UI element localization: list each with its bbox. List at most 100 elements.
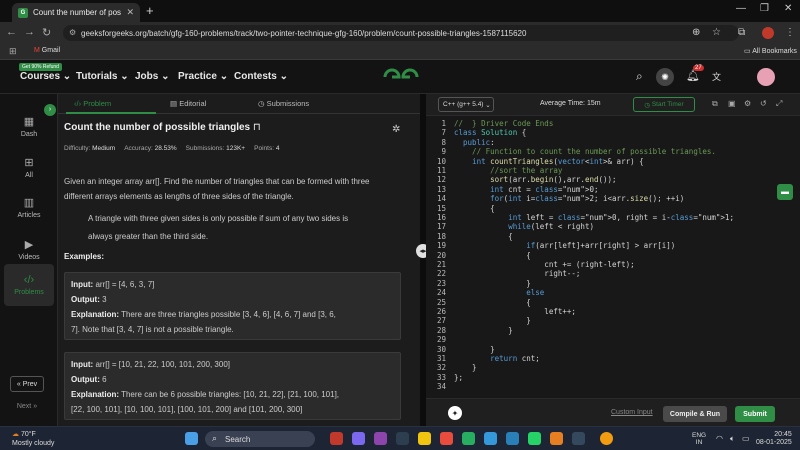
- sidebar-item-problems[interactable]: ‹/› Problems: [4, 264, 54, 306]
- code-line[interactable]: 22 right--;: [426, 269, 800, 278]
- code-area[interactable]: 1// } Driver Code Ends 7 class Solution {8…: [426, 116, 800, 391]
- maximize-icon[interactable]: ❐: [760, 3, 769, 14]
- start-timer-button[interactable]: ◷ Start Timer: [633, 97, 695, 112]
- nav-courses[interactable]: Courses ⌄: [20, 71, 71, 82]
- language-select[interactable]: C++ (g++ 5.4) ⌄: [438, 97, 494, 112]
- code-line[interactable]: 25 {: [426, 298, 800, 307]
- code-line[interactable]: 13 int cnt = class="num">0;: [426, 185, 800, 194]
- user-avatar[interactable]: [757, 68, 775, 86]
- tab-editorial[interactable]: ▤ Editorial: [170, 99, 206, 108]
- new-tab-icon[interactable]: +: [146, 3, 154, 18]
- sidebar-item-articles[interactable]: ▥ Articles: [4, 189, 54, 225]
- search-icon[interactable]: ⌕: [636, 69, 643, 84]
- prev-button[interactable]: « Prev: [10, 376, 44, 392]
- code-line[interactable]: 20 {: [426, 251, 800, 260]
- code-line[interactable]: 12 sort(arr.begin(),arr.end());: [426, 175, 800, 184]
- bookmark-star-icon[interactable]: ☆: [712, 27, 721, 38]
- code-line[interactable]: 1 // } Driver Code Ends: [426, 119, 800, 128]
- forward-icon[interactable]: →: [24, 26, 35, 38]
- sidebar-item-dash[interactable]: ▦ Dash: [4, 108, 54, 144]
- code-line[interactable]: 24 else: [426, 288, 800, 297]
- battery-icon[interactable]: ▭: [742, 434, 750, 443]
- report-bug-icon[interactable]: ✲: [392, 124, 400, 135]
- tab-submissions[interactable]: ◷ Submissions: [258, 99, 309, 108]
- browser-tab[interactable]: G Count the number of possible t ✕: [12, 3, 140, 22]
- code-line[interactable]: 14 for(int i=class="num">2; i<arr.size()…: [426, 194, 800, 203]
- lightbulb-icon[interactable]: ✦: [448, 406, 462, 420]
- back-icon[interactable]: ←: [6, 26, 17, 38]
- system-clock[interactable]: 20:45 08-01-2025: [756, 431, 792, 447]
- tab-problem[interactable]: ‹/› Problem: [74, 99, 111, 108]
- sidebar-item-all[interactable]: ⊞ All: [4, 149, 54, 185]
- reload-icon[interactable]: ↻: [42, 26, 51, 39]
- chrome-menu-icon[interactable]: ⋮: [785, 27, 795, 38]
- chat-icon[interactable]: ▬: [777, 184, 793, 200]
- custom-input-link[interactable]: Custom Input: [611, 409, 653, 416]
- next-button[interactable]: Next »: [10, 398, 44, 414]
- code-line[interactable]: 29: [426, 335, 800, 344]
- app-icon-copilot[interactable]: [352, 432, 365, 445]
- app-icon-photos[interactable]: [484, 432, 497, 445]
- close-window-icon[interactable]: ✕: [784, 3, 792, 14]
- code-line[interactable]: 16 int left = class="num">0, right = i-c…: [426, 213, 800, 222]
- bookmark-icon[interactable]: ⊓: [253, 122, 261, 133]
- nav-tutorials[interactable]: Tutorials ⌄: [76, 71, 129, 82]
- app-icon-vlc[interactable]: [550, 432, 563, 445]
- layout-icon[interactable]: ▣: [728, 99, 736, 108]
- app-icon-explorer[interactable]: [418, 432, 431, 445]
- app-icon-whatsapp[interactable]: [528, 432, 541, 445]
- code-line[interactable]: 8 public:: [426, 138, 800, 147]
- nav-contests[interactable]: Contests ⌄: [234, 71, 288, 82]
- start-icon[interactable]: [185, 432, 198, 445]
- code-line[interactable]: 32 }: [426, 363, 800, 372]
- volume-icon[interactable]: 🔈︎: [730, 434, 735, 444]
- code-line[interactable]: 11 //sort the array: [426, 166, 800, 175]
- fullscreen-icon[interactable]: ⤢: [776, 99, 782, 109]
- translate-icon[interactable]: 文: [712, 70, 721, 83]
- sidebar-item-videos[interactable]: ▶ Videos: [4, 231, 54, 267]
- minimize-icon[interactable]: —: [736, 3, 746, 14]
- url-field[interactable]: ⚙ geeksforgeeks.org/batch/gfg-160-proble…: [63, 25, 739, 41]
- code-line[interactable]: 18 {: [426, 232, 800, 241]
- code-line[interactable]: 7 class Solution {: [426, 128, 800, 137]
- code-line[interactable]: 27 }: [426, 316, 800, 325]
- zoom-icon[interactable]: ⊕: [692, 27, 700, 38]
- copy-icon[interactable]: ⧉: [712, 99, 718, 109]
- app-icon-excel[interactable]: [462, 432, 475, 445]
- settings-icon[interactable]: ⚙: [744, 99, 751, 108]
- app-icon-chrome[interactable]: [600, 432, 613, 445]
- code-line[interactable]: 21 cnt += (right-left);: [426, 260, 800, 269]
- nav-jobs[interactable]: Jobs ⌄: [135, 71, 170, 82]
- code-line[interactable]: 9 // Function to count the number of pos…: [426, 147, 800, 156]
- code-line[interactable]: 34: [426, 382, 800, 391]
- app-icon-mcafee[interactable]: [330, 432, 343, 445]
- app-icon-terminal[interactable]: [572, 432, 585, 445]
- promo-badge[interactable]: Get 90% Refund: [19, 63, 62, 71]
- code-line[interactable]: 31 return cnt;: [426, 354, 800, 363]
- code-line[interactable]: 19 if(arr[left]+arr[right] > arr[i]): [426, 241, 800, 250]
- theme-toggle-icon[interactable]: ✺: [656, 68, 674, 86]
- app-icon-edge[interactable]: [506, 432, 519, 445]
- submit-button[interactable]: Submit: [735, 406, 775, 422]
- apps-icon[interactable]: ⊞: [9, 46, 17, 57]
- nav-practice[interactable]: Practice ⌄: [178, 71, 228, 82]
- code-line[interactable]: 26 left++;: [426, 307, 800, 316]
- code-line[interactable]: 23 }: [426, 279, 800, 288]
- code-line[interactable]: 10 int countTriangles(vector<int>& arr) …: [426, 157, 800, 166]
- app-icon-office[interactable]: [440, 432, 453, 445]
- wifi-icon[interactable]: ◠: [716, 434, 723, 443]
- code-line[interactable]: 17 while(left < right): [426, 222, 800, 231]
- taskbar-search[interactable]: ⌕ Search: [205, 431, 315, 447]
- language-indicator[interactable]: ENG IN: [692, 432, 706, 446]
- gfg-logo[interactable]: [381, 66, 421, 88]
- close-tab-icon[interactable]: ✕: [126, 7, 134, 18]
- code-line[interactable]: 28 }: [426, 326, 800, 335]
- code-line[interactable]: 33};: [426, 373, 800, 382]
- reset-icon[interactable]: ↺: [760, 99, 767, 108]
- extensions-icon[interactable]: ⧉: [738, 27, 745, 38]
- weather-widget[interactable]: ☁ 70°F Mostly cloudy: [12, 430, 54, 448]
- profile-avatar[interactable]: [762, 27, 774, 39]
- app-icon-store[interactable]: [396, 432, 409, 445]
- compile-run-button[interactable]: Compile & Run: [663, 406, 727, 422]
- code-line[interactable]: 30 }: [426, 345, 800, 354]
